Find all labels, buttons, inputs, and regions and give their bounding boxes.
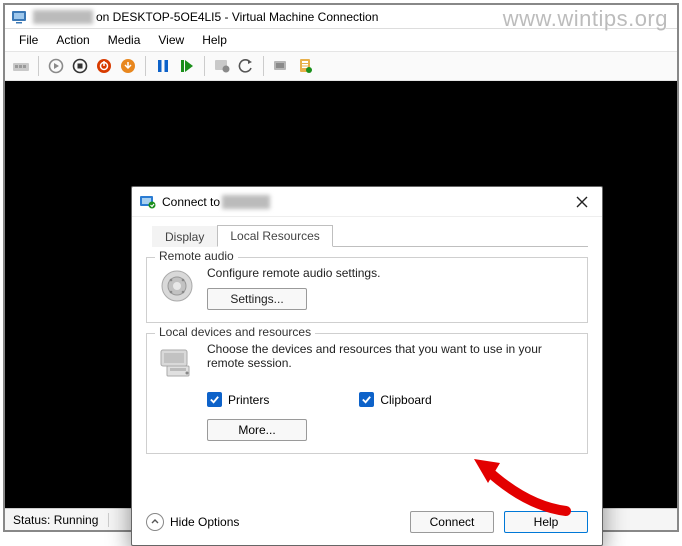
status-text: Status: Running (13, 513, 109, 527)
group-remote-audio-title: Remote audio (155, 249, 238, 263)
checkbox-clipboard-label: Clipboard (380, 393, 431, 407)
more-devices-button[interactable]: More... (207, 419, 307, 441)
dialog-body: Display Local Resources Remote audio Con… (132, 217, 602, 454)
window-titlebar: on DESKTOP-5OE4LI5 - Virtual Machine Con… (5, 5, 677, 29)
dialog-footer: Hide Options Connect Help (146, 511, 588, 533)
audio-settings-button[interactable]: Settings... (207, 288, 307, 310)
menu-file[interactable]: File (11, 31, 46, 49)
local-devices-desc: Choose the devices and resources that yo… (207, 342, 577, 370)
ctrl-alt-del-button[interactable] (11, 56, 31, 76)
checkbox-printers-box (207, 392, 222, 407)
revert-button[interactable] (236, 56, 256, 76)
dialog-close-button[interactable] (568, 191, 596, 213)
reset-button[interactable] (177, 56, 197, 76)
vm-display-area: Connect to Display Local Resources Remot… (5, 81, 677, 508)
menu-view[interactable]: View (150, 31, 192, 49)
redacted-dialog-title (222, 195, 270, 209)
shutdown-button[interactable] (94, 56, 114, 76)
checkbox-clipboard-box (359, 392, 374, 407)
group-remote-audio: Remote audio Configure remote audio sett… (146, 257, 588, 323)
menu-media[interactable]: Media (100, 31, 149, 49)
tab-local-resources[interactable]: Local Resources (217, 225, 332, 247)
dialog-titlebar: Connect to (132, 187, 602, 217)
tab-display[interactable]: Display (152, 226, 217, 247)
checkbox-printers[interactable]: Printers (207, 392, 269, 407)
chevron-up-icon (146, 513, 164, 531)
redacted-title-part (33, 10, 93, 24)
share-button[interactable] (295, 56, 315, 76)
connect-dialog: Connect to Display Local Resources Remot… (131, 186, 603, 546)
save-button[interactable] (118, 56, 138, 76)
devices-icon (157, 342, 197, 382)
help-button[interactable]: Help (504, 511, 588, 533)
toolbar (5, 51, 677, 81)
checkpoint-button[interactable] (212, 56, 232, 76)
enhanced-session-button[interactable] (271, 56, 291, 76)
menu-help[interactable]: Help (194, 31, 235, 49)
pause-button[interactable] (153, 56, 173, 76)
checkbox-clipboard[interactable]: Clipboard (359, 392, 431, 407)
remote-audio-desc: Configure remote audio settings. (207, 266, 577, 280)
menubar: File Action Media View Help (5, 29, 677, 51)
group-local-devices: Local devices and resources Choose the d… (146, 333, 588, 454)
window-title: on DESKTOP-5OE4LI5 - Virtual Machine Con… (96, 10, 378, 24)
dialog-tabs: Display Local Resources (152, 223, 588, 247)
speaker-icon (157, 266, 197, 306)
connect-button[interactable]: Connect (410, 511, 494, 533)
hide-options-toggle[interactable]: Hide Options (146, 513, 239, 531)
dialog-title-prefix: Connect to (162, 195, 220, 209)
menu-action[interactable]: Action (48, 31, 97, 49)
hide-options-label: Hide Options (170, 515, 239, 529)
remote-desktop-icon (140, 194, 156, 210)
vm-icon (11, 9, 27, 25)
start-button[interactable] (46, 56, 66, 76)
group-local-devices-title: Local devices and resources (155, 325, 315, 339)
virtual-machine-connection-window: on DESKTOP-5OE4LI5 - Virtual Machine Con… (3, 3, 679, 532)
checkbox-printers-label: Printers (228, 393, 269, 407)
stop-button[interactable] (70, 56, 90, 76)
